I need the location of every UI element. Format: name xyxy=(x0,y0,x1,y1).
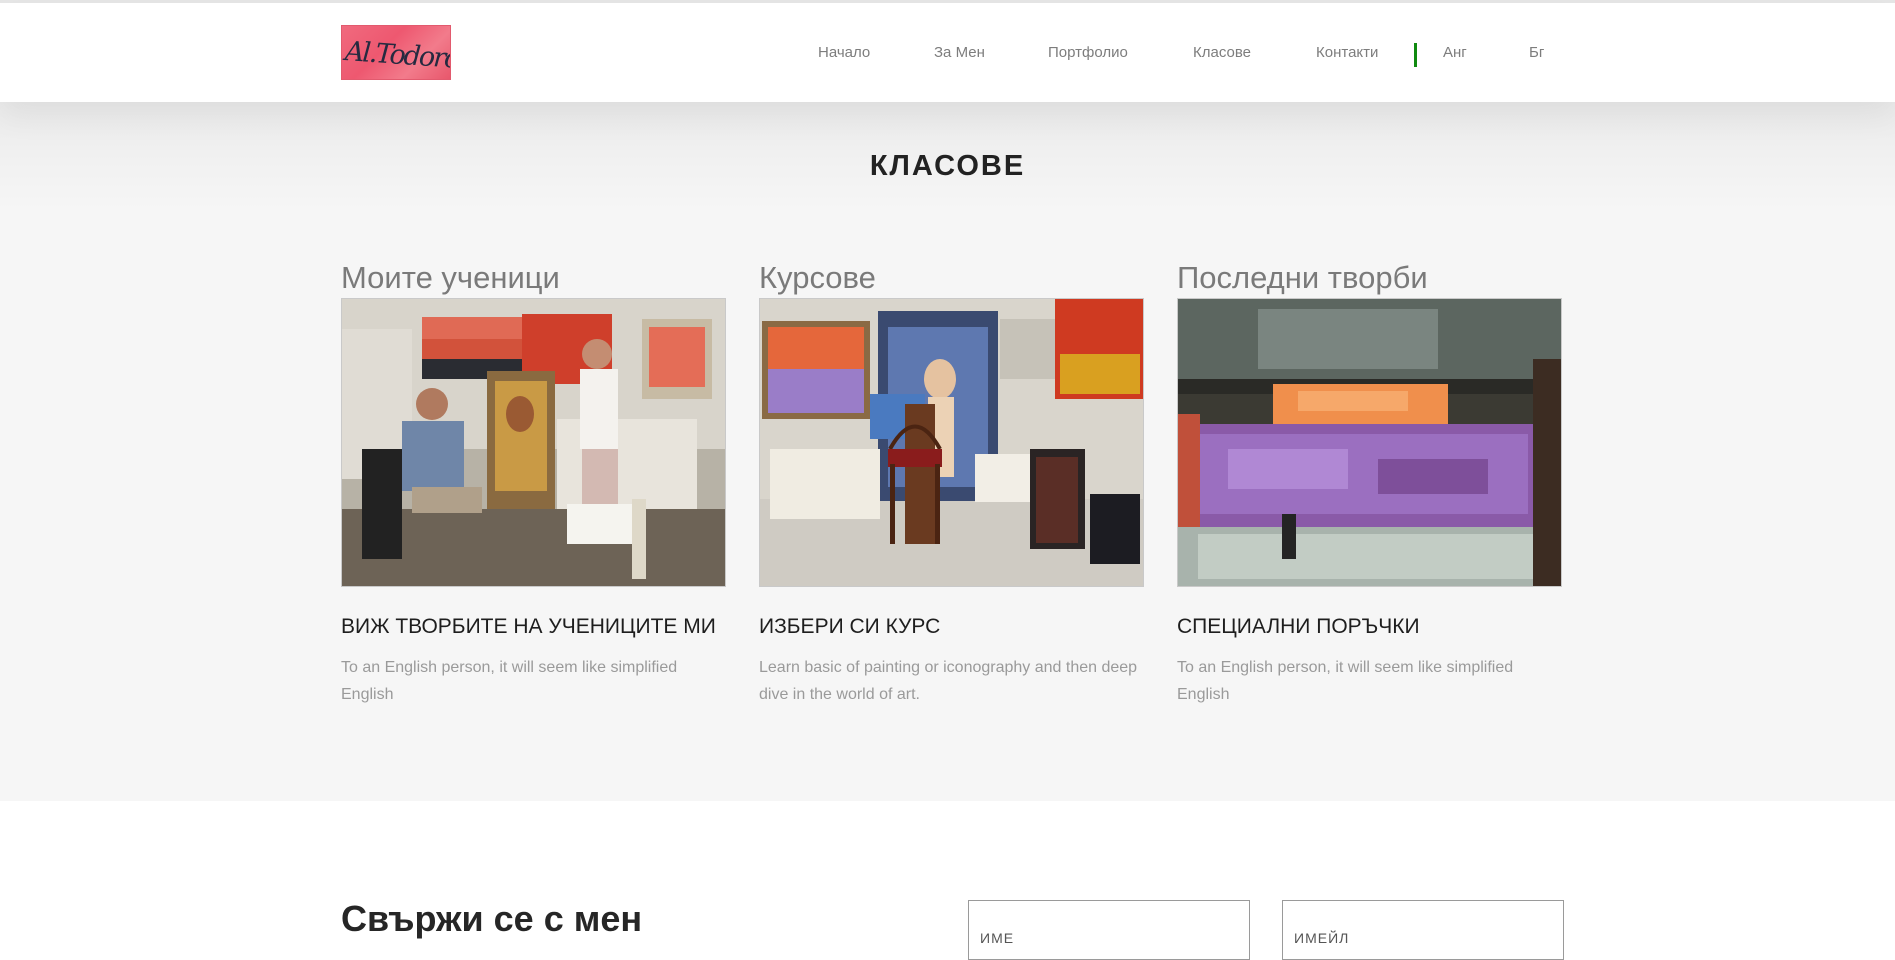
site-logo[interactable]: Al.Todorov xyxy=(341,25,451,80)
card-title: Последни творби xyxy=(1177,260,1428,295)
nav-portfolio[interactable]: Портфолио xyxy=(1048,44,1128,66)
email-field[interactable] xyxy=(1282,900,1564,960)
card-title: Курсове xyxy=(759,260,876,295)
nav-active-indicator xyxy=(1414,43,1417,67)
students-studio-photo[interactable] xyxy=(341,298,726,587)
card-description: Learn basic of painting or iconography a… xyxy=(759,659,1138,703)
nav-about[interactable]: За Мен xyxy=(934,44,985,66)
nav-contacts[interactable]: Контакти xyxy=(1316,44,1378,66)
section-title: КЛАСОВЕ xyxy=(869,150,1026,182)
site-header: Al.Todorov Начало За Мен Портфолио Класо… xyxy=(0,3,1895,102)
card-heading: ВИЖ ТВОРБИТЕ НА УЧЕНИЦИТЕ МИ xyxy=(341,615,716,638)
card-heading: ИЗБЕРИ СИ КУРС xyxy=(759,615,941,638)
logo-signature: Al.Todorov xyxy=(343,36,451,76)
nav-home[interactable]: Начало xyxy=(818,44,870,66)
card-title: Моите ученици xyxy=(341,260,560,295)
card-heading: СПЕЦИАЛНИ ПОРЪЧКИ xyxy=(1177,615,1420,638)
abstract-painting-photo[interactable] xyxy=(1177,298,1562,587)
nav-classes[interactable]: Класове xyxy=(1193,44,1251,66)
lang-bulgarian[interactable]: Бг xyxy=(1529,44,1544,66)
name-field[interactable] xyxy=(968,900,1250,960)
contact-title: Свържи се с мен xyxy=(341,898,643,939)
card-description: To an English person, it will seem like … xyxy=(1177,659,1514,703)
card-description: To an English person, it will seem like … xyxy=(341,659,678,703)
art-studio-photo[interactable] xyxy=(759,298,1144,587)
lang-english[interactable]: Анг xyxy=(1443,44,1467,66)
